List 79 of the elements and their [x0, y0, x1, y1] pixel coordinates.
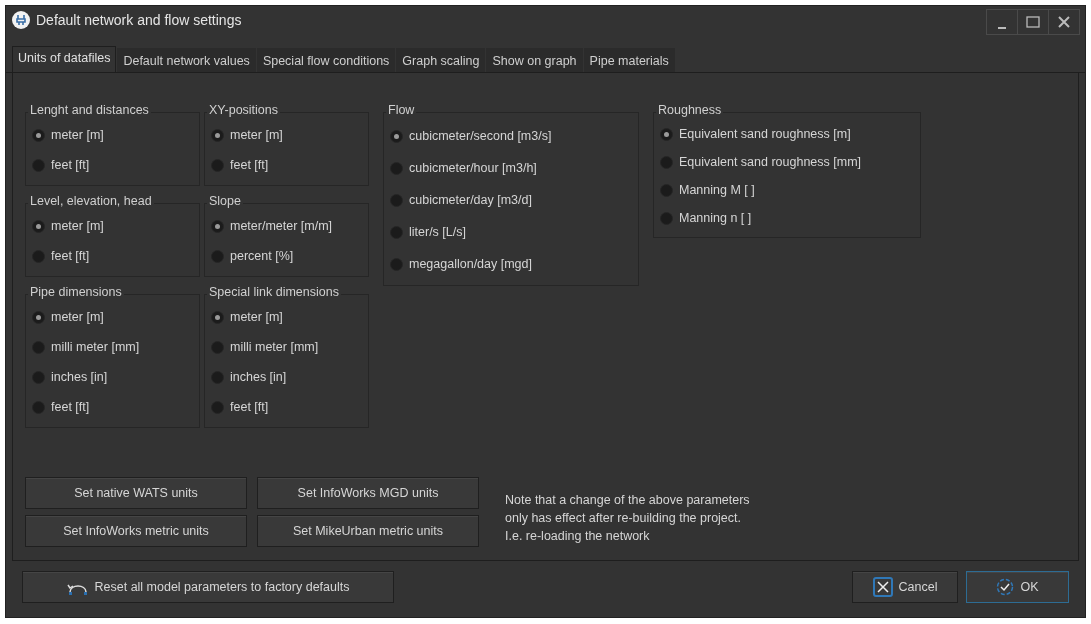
radio-button[interactable] — [211, 219, 224, 233]
radio-button[interactable] — [32, 400, 45, 414]
tab[interactable]: Units of datafiles — [12, 46, 117, 72]
radio-label[interactable]: megagallon/day [mgd] — [409, 257, 532, 271]
preset-button[interactable]: Set InfoWorks MGD units — [257, 477, 479, 509]
maximize-icon — [1026, 16, 1040, 28]
radio-label[interactable]: cubicmeter/day [m3/d] — [409, 193, 532, 207]
radio-label[interactable]: cubicmeter/second [m3/s] — [409, 129, 552, 143]
group-title: Roughness — [656, 103, 724, 117]
radio-button[interactable] — [660, 155, 673, 169]
radio-button[interactable] — [211, 340, 224, 354]
group-title: XY-positions — [207, 103, 281, 117]
group-title: Pipe dimensions — [28, 285, 124, 299]
app-logo-icon — [11, 10, 31, 30]
radio-button[interactable] — [390, 161, 403, 175]
radio-button[interactable] — [32, 219, 45, 233]
radio-label[interactable]: meter [m] — [230, 128, 283, 142]
tab[interactable]: Graph scaling — [396, 48, 486, 72]
radio-label[interactable]: liter/s [L/s] — [409, 225, 466, 239]
check-icon — [996, 578, 1015, 596]
radio-label[interactable]: Manning M [ ] — [679, 183, 755, 197]
radio-label[interactable]: meter [m] — [51, 219, 104, 233]
radio-label[interactable]: meter [m] — [51, 310, 104, 324]
ok-button[interactable]: OK — [966, 571, 1069, 603]
radio-label[interactable]: milli meter [mm] — [230, 340, 319, 354]
group-title: Flow — [386, 103, 417, 117]
radio-button[interactable] — [32, 249, 45, 263]
radio-label[interactable]: percent [%] — [230, 249, 294, 263]
radio-label[interactable]: meter [m] — [51, 128, 104, 142]
radio-label[interactable]: meter/meter [m/m] — [230, 219, 333, 233]
radio-label[interactable]: inches [in] — [51, 370, 108, 384]
radio-button[interactable] — [660, 183, 673, 197]
radio-label[interactable]: feet [ft] — [230, 158, 269, 172]
radio-label[interactable]: feet [ft] — [51, 249, 90, 263]
radio-button[interactable] — [390, 257, 403, 271]
radio-label[interactable]: inches [in] — [230, 370, 287, 384]
preset-button[interactable]: Set InfoWorks metric units — [25, 515, 247, 547]
radio-label[interactable]: milli meter [mm] — [51, 340, 140, 354]
group-title: Level, elevation, head — [28, 194, 154, 208]
minimize-icon — [998, 27, 1006, 29]
tab[interactable]: Show on graph — [486, 48, 583, 72]
close-icon — [872, 577, 893, 597]
preset-button[interactable]: Set MikeUrban metric units — [257, 515, 479, 547]
reset-button[interactable]: Reset all model parameters to factory defaults — [22, 571, 394, 603]
radio-label[interactable]: Manning n [ ] — [679, 211, 752, 225]
group-title: Special link dimensions — [207, 285, 341, 299]
radio-button[interactable] — [32, 370, 45, 384]
group-title: Slope — [207, 194, 243, 208]
tab[interactable]: Pipe materials — [583, 48, 675, 72]
radio-label[interactable]: cubicmeter/hour [m3/h] — [409, 161, 537, 175]
radio-button[interactable] — [390, 129, 403, 143]
radio-button[interactable] — [32, 310, 45, 324]
tab[interactable]: Default network values — [117, 48, 256, 72]
radio-label[interactable]: feet [ft] — [51, 400, 90, 414]
radio-label[interactable]: Equivalent sand roughness [m] — [679, 127, 851, 141]
group-title: Lenght and distances — [28, 103, 151, 117]
radio-button[interactable] — [211, 400, 224, 414]
tab[interactable]: Special flow conditions — [256, 48, 396, 72]
radio-button[interactable] — [211, 249, 224, 263]
radio-button[interactable] — [32, 340, 45, 354]
cancel-button[interactable]: Cancel — [852, 571, 958, 603]
radio-button[interactable] — [660, 211, 673, 225]
note-text: Note that a change of the above parameters only has effect after re-building the project. I.e. re-loading the network — [505, 492, 750, 545]
radio-button[interactable] — [211, 128, 224, 142]
radio-button[interactable] — [390, 225, 403, 239]
close-icon — [1058, 16, 1070, 28]
window-title: Default network and flow settings — [36, 12, 243, 28]
radio-button[interactable] — [211, 310, 224, 324]
radio-label[interactable]: feet [ft] — [51, 158, 90, 172]
preset-button[interactable]: Set native WATS units — [25, 477, 247, 509]
radio-button[interactable] — [660, 127, 673, 141]
radio-button[interactable] — [211, 158, 224, 172]
radio-label[interactable]: meter [m] — [230, 310, 283, 324]
radio-button[interactable] — [32, 158, 45, 172]
radio-label[interactable]: Equivalent sand roughness [mm] — [679, 155, 862, 169]
radio-button[interactable] — [390, 193, 403, 207]
radio-button[interactable] — [32, 128, 45, 142]
radio-button[interactable] — [211, 370, 224, 384]
radio-label[interactable]: feet [ft] — [230, 400, 269, 414]
